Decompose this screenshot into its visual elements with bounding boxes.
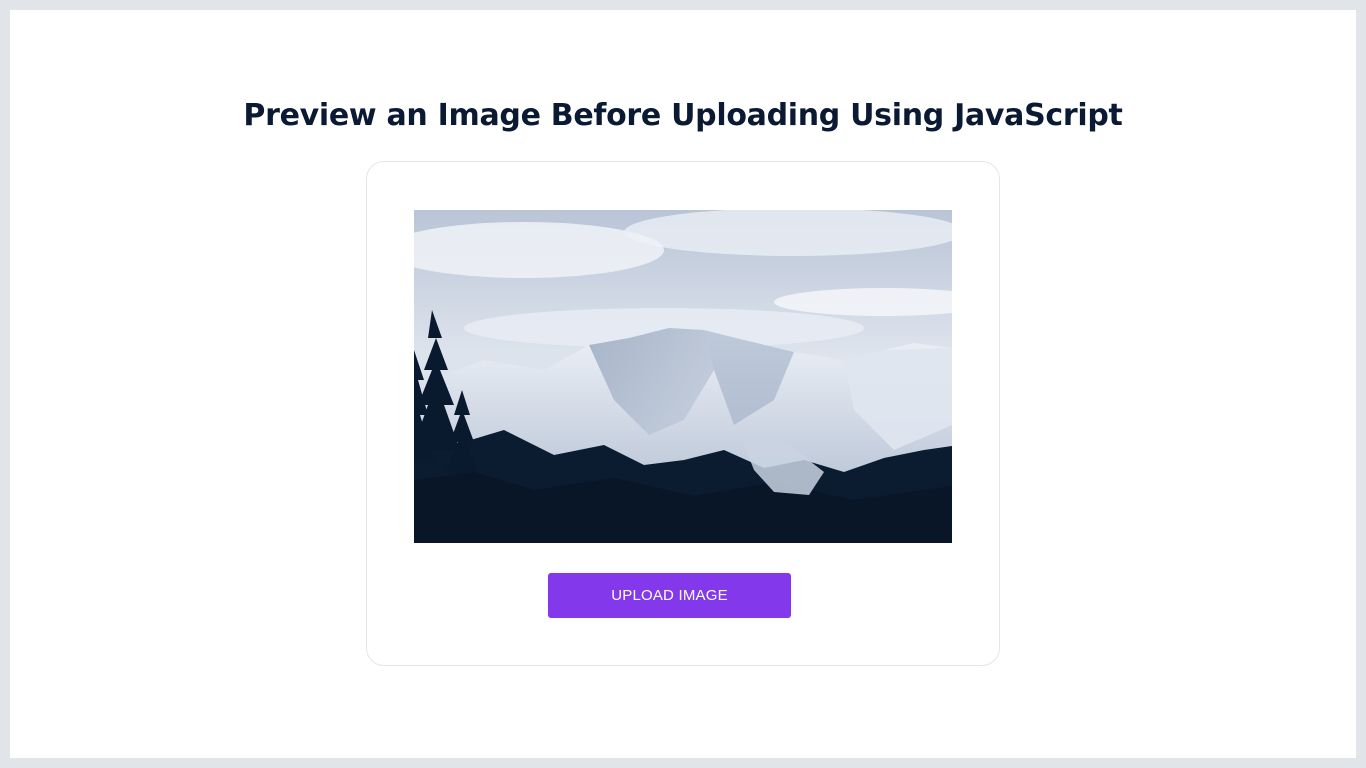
upload-image-button[interactable]: UPLOAD IMAGE [548,573,791,618]
page-viewport: Preview an Image Before Uploading Using … [10,10,1356,758]
page-title: Preview an Image Before Uploading Using … [243,98,1123,133]
upload-card: UPLOAD IMAGE [366,161,1000,666]
image-preview [414,210,952,543]
preview-image [414,210,952,543]
